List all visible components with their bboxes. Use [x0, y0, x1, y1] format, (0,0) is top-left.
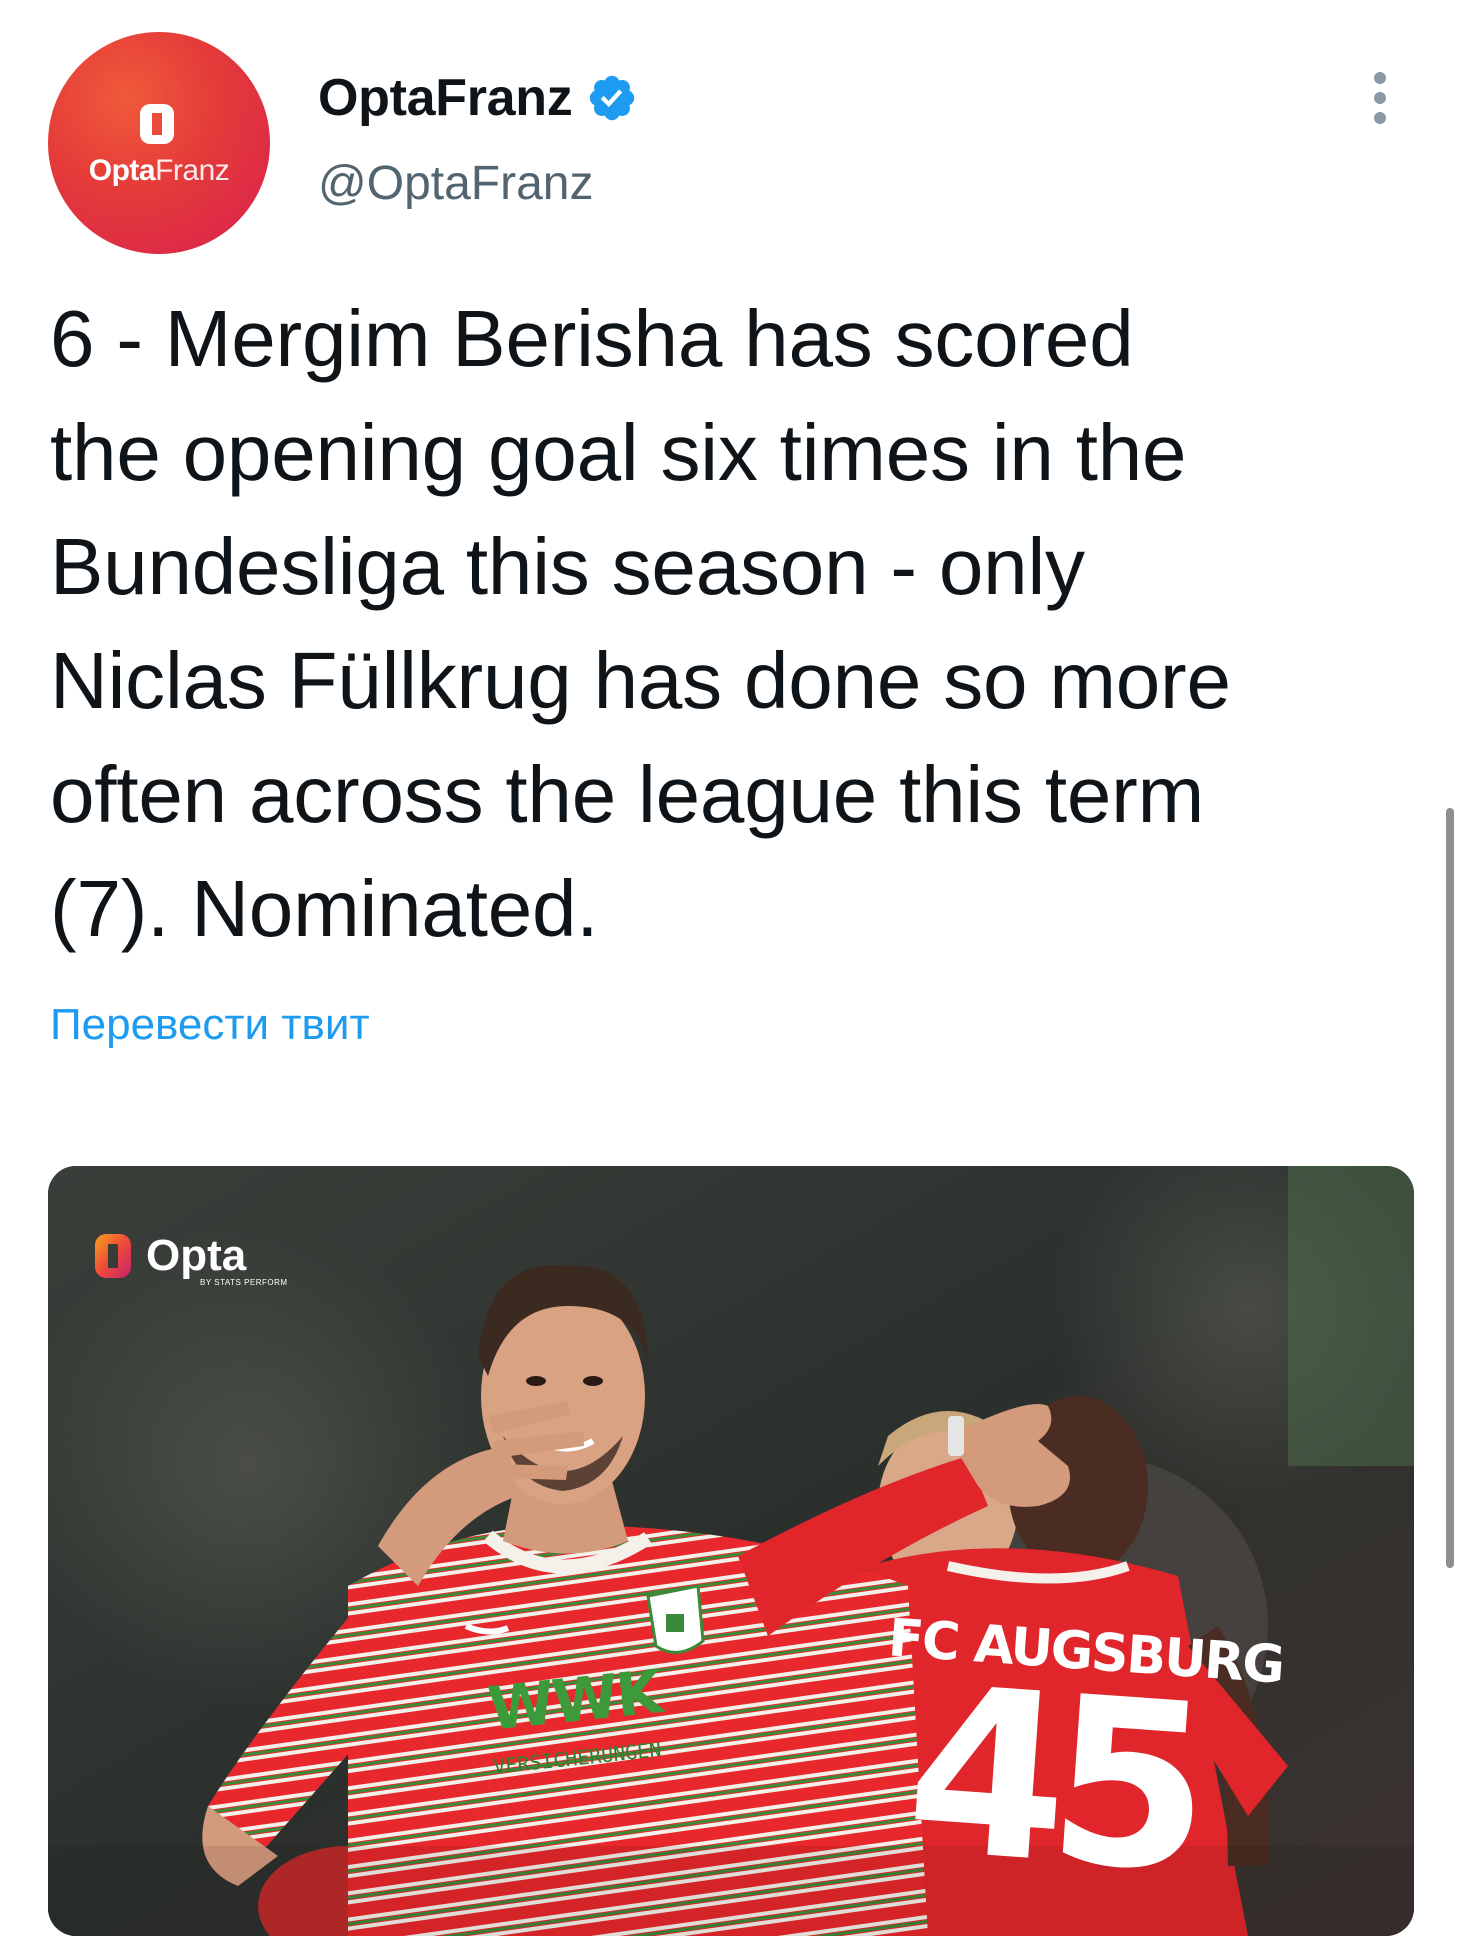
opta-watermark-word: Opta	[146, 1231, 247, 1280]
more-vertical-icon-dot	[1374, 112, 1386, 124]
opta-logo-icon	[95, 1234, 131, 1278]
opta-watermark-sub: BY STATS PERFORM	[200, 1278, 288, 1287]
author-handle[interactable]: @OptaFranz	[318, 156, 593, 211]
tweet-text: 6 - Mergim Berisha has scored the openin…	[50, 294, 1231, 953]
opta-watermark: Opta BY STATS PERFORM	[92, 1226, 287, 1287]
more-vertical-icon	[1374, 72, 1386, 84]
more-vertical-icon-dot	[1374, 92, 1386, 104]
author-display-name[interactable]: OptaFranz	[318, 68, 573, 128]
opta-logo-icon	[140, 104, 174, 144]
scrollbar[interactable]	[1446, 808, 1454, 1568]
avatar[interactable]: OptaFranz	[48, 32, 270, 254]
more-options-button[interactable]	[1362, 70, 1398, 126]
avatar-logo-text: OptaFranz	[88, 154, 230, 187]
tweet-media-image[interactable]: Opta BY STATS PERFORM WWK VERSICHERUNGEN…	[48, 1166, 1414, 1936]
jersey-back-number: 45	[899, 1637, 1202, 1924]
verified-badge-icon	[590, 75, 635, 121]
author-name-row: OptaFranz	[318, 66, 638, 130]
translate-tweet-link[interactable]: Перевести твит	[50, 1000, 370, 1050]
